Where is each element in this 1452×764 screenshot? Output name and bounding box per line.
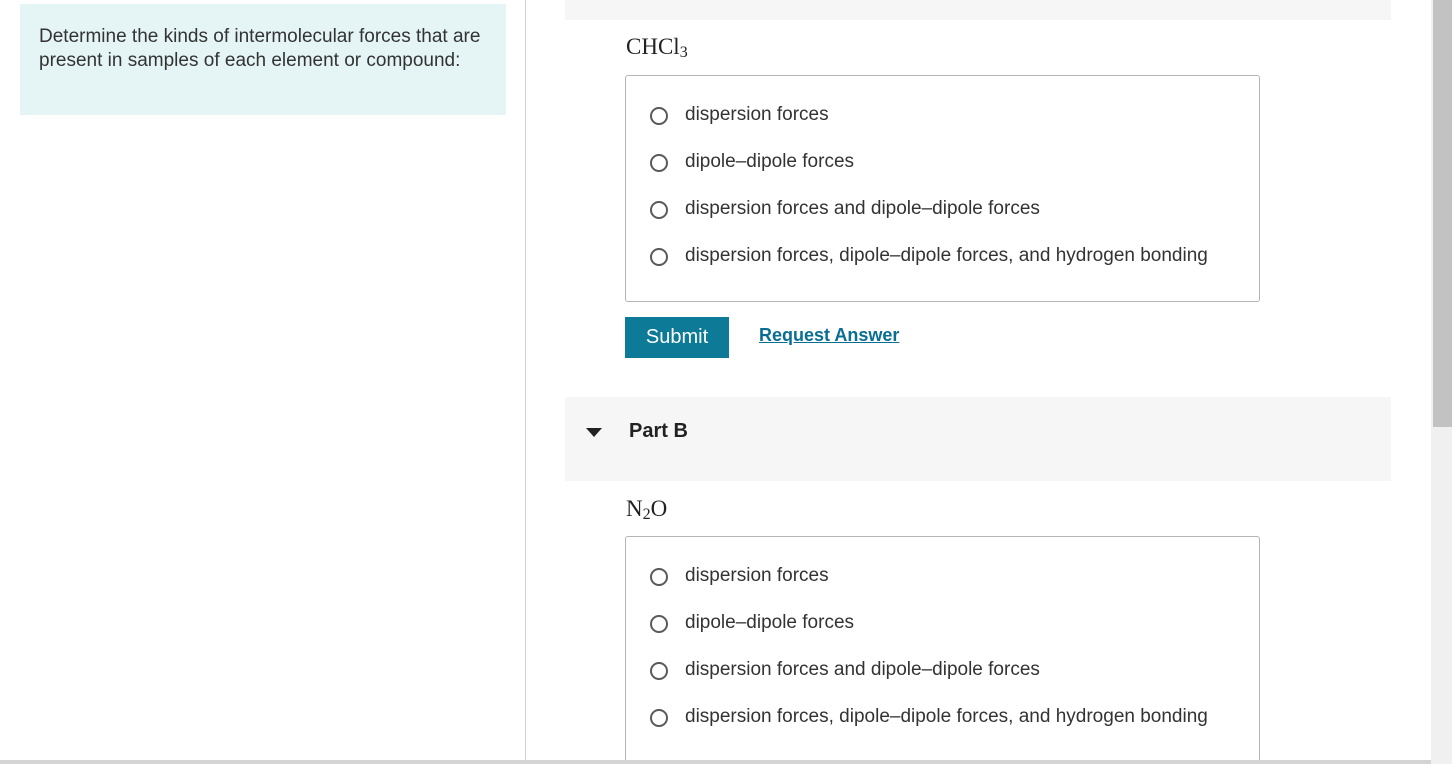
radio-empty-icon[interactable] — [650, 248, 668, 266]
radio-empty-icon[interactable] — [650, 662, 668, 680]
option-label: dispersion forces, dipole–dipole forces,… — [685, 706, 1208, 727]
part-a-formula: CHCl3 — [626, 34, 688, 62]
radio-empty-icon[interactable] — [650, 709, 668, 727]
radio-empty-icon[interactable] — [650, 154, 668, 172]
part-b-formula-o: O — [650, 496, 668, 521]
part-a-option[interactable]: dispersion forces and dipole–dipole forc… — [626, 195, 1259, 242]
part-b-header[interactable]: Part B — [565, 397, 1391, 481]
part-a-option[interactable]: dipole–dipole forces — [626, 148, 1259, 195]
part-b-formula-n: N — [626, 496, 643, 521]
part-a-header-strip — [565, 0, 1391, 20]
part-b-title: Part B — [629, 420, 688, 442]
option-label: dipole–dipole forces — [685, 612, 855, 633]
part-b-choices: dispersion forces dipole–dipole forces d… — [625, 536, 1260, 762]
scrollbar-thumb[interactable] — [1433, 0, 1452, 427]
option-label: dispersion forces, dipole–dipole forces,… — [685, 245, 1208, 266]
part-b-formula-subscript: 2 — [642, 506, 651, 523]
intro-text: Determine the kinds of intermolecular fo… — [39, 26, 481, 71]
left-column: Determine the kinds of intermolecular fo… — [0, 0, 526, 764]
option-label: dispersion forces — [685, 565, 829, 586]
option-label: dispersion forces — [685, 104, 829, 125]
submit-button[interactable]: Submit — [625, 317, 729, 358]
part-b-option[interactable]: dispersion forces and dipole–dipole forc… — [626, 656, 1259, 703]
part-a-formula-subscript: 3 — [679, 44, 688, 61]
option-label: dispersion forces and dipole–dipole forc… — [685, 659, 1040, 680]
bottom-divider — [0, 760, 1431, 764]
intro-box: Determine the kinds of intermolecular fo… — [20, 4, 506, 115]
part-b-option[interactable]: dipole–dipole forces — [626, 609, 1259, 656]
part-a-choices: dispersion forces dipole–dipole forces d… — [625, 75, 1260, 302]
part-a-formula-main: CHCl — [626, 34, 680, 59]
radio-empty-icon[interactable] — [650, 568, 668, 586]
part-a-option[interactable]: dispersion forces, dipole–dipole forces,… — [626, 242, 1259, 289]
part-a-option[interactable]: dispersion forces — [626, 101, 1259, 148]
option-label: dispersion forces and dipole–dipole forc… — [685, 198, 1040, 219]
radio-empty-icon[interactable] — [650, 201, 668, 219]
page: Determine the kinds of intermolecular fo… — [0, 0, 1452, 764]
request-answer-link[interactable]: Request Answer — [759, 325, 899, 346]
radio-empty-icon[interactable] — [650, 615, 668, 633]
part-b-formula: N2O — [626, 496, 667, 524]
caret-down-icon[interactable] — [586, 428, 602, 437]
part-b-option[interactable]: dispersion forces — [626, 562, 1259, 609]
radio-empty-icon[interactable] — [650, 107, 668, 125]
part-b-option[interactable]: dispersion forces, dipole–dipole forces,… — [626, 703, 1259, 750]
option-label: dipole–dipole forces — [685, 151, 855, 172]
